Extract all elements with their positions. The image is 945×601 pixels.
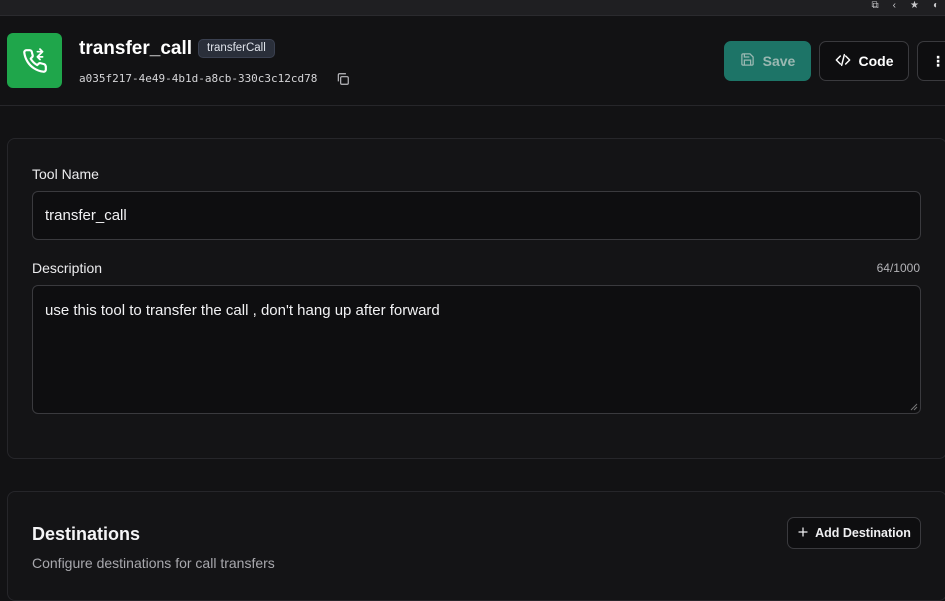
- tool-id: a035f217-4e49-4b1d-a8cb-330c3c12cd78: [79, 72, 317, 85]
- tool-type-badge: transferCall: [198, 39, 275, 58]
- add-destination-button[interactable]: Add Destination: [787, 517, 921, 549]
- save-button[interactable]: Save: [724, 41, 811, 81]
- code-button-label: Code: [859, 53, 894, 69]
- tool-name-input[interactable]: transfer_call: [32, 191, 921, 240]
- browser-toolbar-strip: ⧉ ‹ ★ ◐: [0, 0, 945, 16]
- browser-toolbar-icons: ⧉ ‹ ★ ◐: [872, 0, 945, 10]
- star-icon[interactable]: ★: [910, 0, 919, 11]
- save-button-label: Save: [763, 53, 796, 69]
- save-icon: [740, 52, 755, 70]
- code-icon: [835, 52, 851, 71]
- profile-icon[interactable]: ◐: [933, 0, 939, 11]
- description-textarea[interactable]: use this tool to transfer the call , don…: [32, 285, 921, 414]
- destinations-subtitle: Configure destinations for call transfer…: [32, 555, 275, 571]
- add-destination-label: Add Destination: [815, 526, 911, 540]
- code-button[interactable]: Code: [819, 41, 909, 81]
- share-icon[interactable]: ‹: [893, 0, 896, 11]
- tool-name-label: Tool Name: [32, 166, 99, 182]
- translate-icon[interactable]: ⧉: [872, 0, 879, 11]
- description-char-counter: 64/1000: [877, 261, 920, 275]
- destinations-title: Destinations: [32, 524, 140, 545]
- resize-handle-icon[interactable]: [910, 403, 918, 411]
- copy-icon[interactable]: [336, 72, 350, 86]
- tool-settings-card: Tool Name transfer_call Description 64/1…: [7, 138, 945, 459]
- phone-transfer-icon: [7, 33, 62, 88]
- plus-icon: [797, 526, 809, 541]
- more-vertical-icon: ⋮: [931, 53, 945, 70]
- description-text: use this tool to transfer the call , don…: [45, 302, 440, 319]
- more-options-button[interactable]: ⋮: [917, 41, 945, 81]
- description-label: Description: [32, 260, 102, 276]
- page-title: transfer_call: [79, 38, 192, 60]
- tool-header: transfer_call transferCall a035f217-4e49…: [0, 16, 945, 106]
